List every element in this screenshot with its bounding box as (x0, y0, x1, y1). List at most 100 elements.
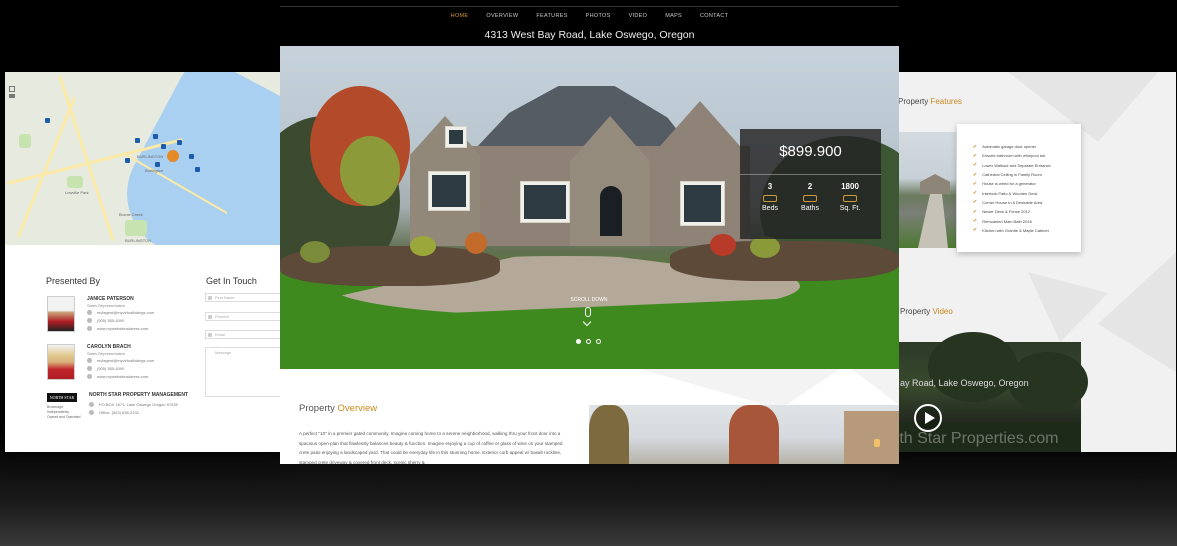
phone-icon (208, 315, 212, 319)
map-label: Lowville Park (65, 190, 89, 195)
overview-title-accent: Overview (337, 403, 378, 414)
agent-website[interactable]: www.mywebsiteaddress.com (87, 326, 148, 331)
maple-foliage (340, 136, 400, 206)
agent-phone[interactable]: (905) 555-6390 (87, 366, 124, 371)
hero-slideshow[interactable]: $899.900 3 Beds 2 Baths 1800 Sq. Ft. SCR… (280, 46, 899, 369)
brokerage-address: PO BOX 1671, Lake Oswego Oregon 97035 (89, 402, 178, 407)
background-shape (640, 369, 840, 409)
message-field[interactable]: Message (205, 347, 280, 397)
video-tree (928, 332, 1018, 402)
map-pin[interactable] (153, 134, 158, 139)
phone-icon (87, 318, 92, 323)
price-overlay: $899.900 3 Beds 2 Baths 1800 Sq. Ft. (740, 129, 881, 239)
check-icon: ✔ (973, 162, 978, 169)
feature-item: ✔ Remodeled Main Bath 2016 (973, 216, 1081, 225)
overview-description: A perfect "10" in a premier gated commun… (299, 431, 563, 464)
nav-video[interactable]: VIDEO (620, 13, 657, 19)
video-player[interactable]: ay Road, Lake Oswego, Oregon rth Star Pr… (898, 332, 1088, 452)
feature-text: Remodeled Main Bath 2016 (982, 218, 1032, 224)
scroll-down-label[interactable]: SCROLL DOWN (560, 297, 618, 303)
first-name-field[interactable]: First Name (205, 293, 280, 302)
check-icon: ✔ (973, 218, 978, 225)
nav-contact[interactable]: CONTACT (691, 13, 737, 19)
sqft-value: 1800 (841, 182, 859, 191)
location-map[interactable]: BURLINGTON Burlington Lowville Park BURL… (5, 72, 280, 245)
feature-text: Ensuite bathroom with whirlpool tub (982, 153, 1046, 159)
check-icon: ✔ (973, 199, 978, 206)
photo-lantern (874, 439, 880, 447)
photo-tree (729, 405, 779, 464)
map-label: BURLINGTON (125, 238, 152, 243)
map-pin[interactable] (45, 118, 50, 123)
shrub (710, 234, 736, 256)
nav-features[interactable]: FEATURES (527, 13, 576, 19)
user-icon (208, 296, 212, 300)
brokerage-office-text: Office: (503) 636-2232 (99, 410, 139, 415)
agent-website[interactable]: www.mywebsiteaddress.com (87, 374, 148, 379)
price-divider (740, 174, 881, 175)
map-label: BURLINGTON (137, 154, 164, 159)
location-icon (89, 402, 94, 407)
nav-home[interactable]: HOME (442, 13, 478, 19)
walkway-image (918, 194, 948, 248)
agent-email[interactable]: mvlagent@myvirtuallistings.com (87, 310, 154, 315)
check-icon: ✔ (973, 143, 978, 150)
check-icon: ✔ (973, 190, 978, 197)
nav-overview[interactable]: OVERVIEW (477, 13, 527, 19)
agent-name: JANICE PATERSON (87, 296, 134, 302)
feature-text: House is wired for a generator (982, 181, 1036, 187)
play-button-icon[interactable] (914, 404, 942, 432)
baths-value: 2 (807, 182, 813, 191)
map-pin[interactable] (155, 162, 160, 167)
slide-dot-2[interactable] (586, 339, 591, 344)
video-caption: ay Road, Lake Oswego, Oregon (900, 378, 1029, 388)
listing-price: $899.900 (779, 143, 842, 160)
agent-photo (47, 344, 75, 380)
overview-section: Property Overview A perfect "10" in a pr… (280, 369, 899, 464)
email-placeholder: Email (215, 332, 226, 337)
agent-email[interactable]: mvlagent@myvirtuallistings.com (87, 358, 154, 363)
feature-text: Newer Deck & Fence 2012 (982, 209, 1031, 215)
map-pin[interactable] (125, 158, 130, 163)
brokerage-name: NORTH STAR PROPERTY MANAGEMENT (89, 392, 188, 398)
sqft-label: Sq. Ft. (839, 205, 861, 212)
agent-phone[interactable]: (905) 555-6390 (87, 318, 124, 323)
property-location-marker[interactable] (167, 150, 179, 162)
nav-maps[interactable]: MAPS (656, 13, 691, 19)
bed-icon (763, 195, 777, 202)
map-park (125, 220, 147, 236)
map-pin[interactable] (161, 144, 166, 149)
map-pin[interactable] (135, 138, 140, 143)
map-pin[interactable] (177, 140, 182, 145)
video-title: Property Video (900, 307, 953, 316)
shrub (300, 241, 330, 263)
map-label: Bronte Creek (119, 212, 143, 217)
feature-text: Kitchen with Granite & Maple Cabinet (982, 227, 1049, 233)
check-icon: ✔ (973, 227, 978, 234)
brokerage-office[interactable]: Office: (503) 636-2232 (89, 410, 139, 415)
feature-text: Corner House In A Desirable Area (982, 199, 1043, 205)
overview-photo (589, 405, 899, 464)
zoom-control-icon[interactable] (9, 86, 15, 92)
nav-photos[interactable]: PHOTOS (577, 13, 620, 19)
phone-field[interactable]: Phone# (205, 312, 280, 321)
fullscreen-icon[interactable] (9, 94, 15, 98)
front-door (600, 186, 622, 236)
map-pin[interactable] (195, 167, 200, 172)
feature-text: Cathedral Ceiling in Family Room (982, 172, 1042, 178)
map-pin[interactable] (189, 154, 194, 159)
shrub (465, 232, 487, 254)
feature-item: ✔ Kitchen with Granite & Maple Cabinet (973, 226, 1081, 235)
baths-label: Baths (801, 205, 819, 212)
mouse-icon[interactable] (585, 307, 591, 317)
slide-dot-3[interactable] (596, 339, 601, 344)
email-icon (87, 310, 92, 315)
slide-dot-1[interactable] (576, 339, 581, 344)
main-nav: HOME OVERVIEW FEATURES PHOTOS VIDEO MAPS… (280, 13, 899, 19)
features-title-plain: Property (898, 97, 931, 106)
check-icon: ✔ (973, 152, 978, 159)
map-label: Burlington (145, 168, 164, 173)
email-field[interactable]: Email (205, 330, 280, 339)
brokerage-tagline: Brokerage Independently Owned and Operat… (47, 405, 81, 419)
video-title-plain: Property (900, 307, 933, 316)
